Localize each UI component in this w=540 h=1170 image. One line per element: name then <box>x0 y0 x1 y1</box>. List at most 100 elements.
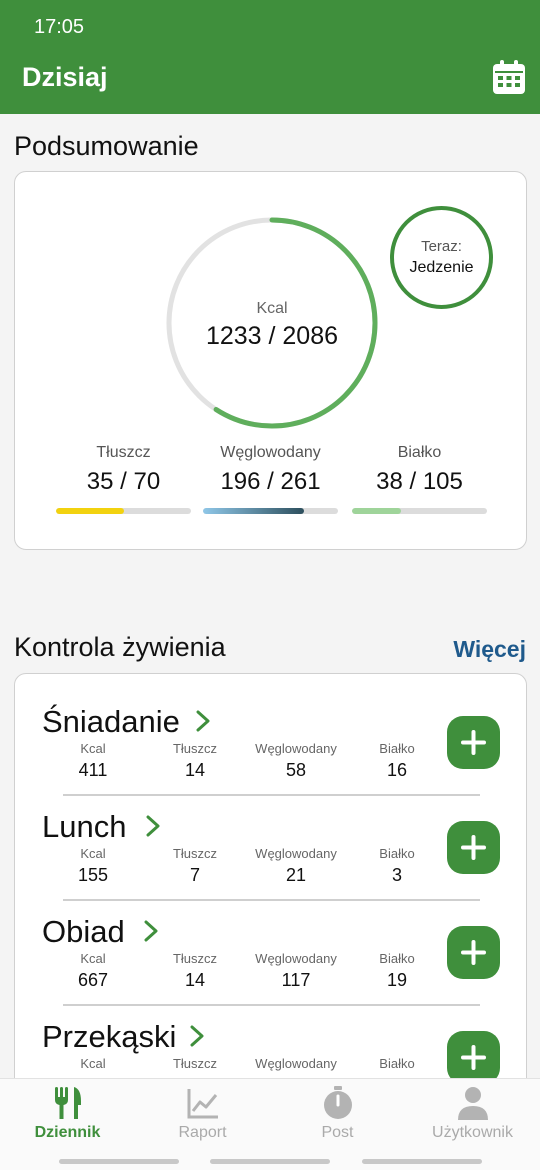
app-bar: 17:05 Dzisiaj <box>0 0 540 114</box>
macro-label: Węglowodany <box>220 444 321 461</box>
nutrient-fat: Tłuszcz 14 <box>160 741 230 781</box>
macro-label: Białko <box>397 444 442 461</box>
nutrient-fat: Tłuszcz 7 <box>160 846 230 886</box>
nutrient-label: Kcal <box>80 951 106 966</box>
plus-icon <box>461 835 486 860</box>
nutrient-label: Kcal <box>80 846 106 861</box>
nutrient-fat: Tłuszcz 14 <box>160 951 230 991</box>
nav-label: Raport <box>178 1124 227 1141</box>
macro-carbs: Węglowodany 196 / 261 <box>203 444 338 514</box>
nutrient-label: Węglowodany <box>255 951 337 966</box>
nutrient-value: 14 <box>184 970 206 990</box>
status-time: 17:05 <box>34 16 85 38</box>
meal-name[interactable]: Przekąski <box>42 1019 176 1055</box>
meal-name[interactable]: Obiad <box>42 914 125 950</box>
nutrient-kcal: Kcal 667 <box>63 951 123 991</box>
nutrient-value: 3 <box>391 865 402 885</box>
kcal-value: 1233 / 2086 <box>205 322 339 350</box>
macro-protein: Białko 38 / 105 <box>352 444 487 514</box>
macro-progress-bar <box>203 508 338 514</box>
macro-fat: Tłuszcz 35 / 70 <box>56 444 191 514</box>
nutrient-label: Tłuszcz <box>172 846 218 861</box>
nutrient-label: Węglowodany <box>255 846 337 861</box>
more-link[interactable]: Więcej <box>453 636 526 663</box>
nutrient-protein: Białko 19 <box>365 951 429 991</box>
nutrient-value: 19 <box>386 970 408 990</box>
macro-value: 196 / 261 <box>220 468 321 495</box>
nav-item-user[interactable]: Użytkownik <box>405 1079 540 1159</box>
nutrient-kcal: Kcal 411 <box>63 741 123 781</box>
chevron-right-icon[interactable] <box>145 815 161 837</box>
nutrient-value: 411 <box>78 760 108 780</box>
summary-title: Podsumowanie <box>14 131 199 161</box>
nutrient-value: 155 <box>77 865 109 885</box>
add-meal-button[interactable] <box>447 926 500 979</box>
current-activity-badge[interactable]: Teraz: Jedzenie <box>390 206 493 309</box>
chevron-right-icon[interactable] <box>189 1025 205 1047</box>
nutrient-label: Białko <box>379 951 415 966</box>
fork-knife-icon <box>54 1087 81 1119</box>
plus-icon <box>461 730 486 755</box>
nav-label: Użytkownik <box>432 1124 513 1141</box>
nav-item-fast[interactable]: Post <box>270 1079 405 1159</box>
add-meal-button[interactable] <box>447 1031 500 1084</box>
nutrient-label: Kcal <box>80 1056 106 1071</box>
nutrient-value: 117 <box>281 970 311 990</box>
nav-label: Dziennik <box>34 1124 101 1141</box>
nutrient-protein: Białko <box>365 1056 429 1075</box>
macro-progress-bar <box>352 508 487 514</box>
nutrient-carbs: Węglowodany 58 <box>245 741 347 781</box>
nutrient-label: Kcal <box>80 741 106 756</box>
nutrient-label: Białko <box>379 1056 415 1071</box>
add-meal-button[interactable] <box>447 716 500 769</box>
nutrient-carbs: Węglowodany 117 <box>245 951 347 991</box>
home-indicator <box>210 1159 330 1164</box>
stopwatch-icon <box>323 1086 352 1119</box>
nutrient-value: 667 <box>77 970 109 990</box>
kcal-label: Kcal <box>256 300 288 317</box>
nutrient-kcal: Kcal 155 <box>63 846 123 886</box>
plus-icon <box>461 1045 486 1070</box>
nutrient-label: Białko <box>379 846 415 861</box>
nutrient-kcal: Kcal <box>63 1056 123 1075</box>
calendar-icon[interactable] <box>493 60 525 94</box>
chevron-right-icon[interactable] <box>143 920 159 942</box>
nutrient-label: Tłuszcz <box>172 951 218 966</box>
nutrient-carbs: Węglowodany <box>245 1056 347 1075</box>
chevron-right-icon[interactable] <box>195 710 211 732</box>
meal-name[interactable]: Lunch <box>42 809 126 845</box>
macro-progress-fill <box>203 508 305 514</box>
nutrient-fat: Tłuszcz <box>160 1056 230 1075</box>
nutrient-label: Białko <box>379 741 415 756</box>
nutrient-protein: Białko 16 <box>365 741 429 781</box>
nutrient-label: Tłuszcz <box>172 1056 218 1071</box>
page-title: Dzisiaj <box>22 62 108 92</box>
bottom-nav: Dziennik Raport Post Użytkownik <box>0 1078 540 1170</box>
current-activity-value: Jedzenie <box>409 259 474 276</box>
nutrient-value: 14 <box>184 760 206 780</box>
nutrient-label: Węglowodany <box>255 741 337 756</box>
meal-dinner: Obiad Kcal 667 Tłuszcz 14 Węglowodany 117 B… <box>15 884 528 1006</box>
meal-lunch: Lunch Kcal 155 Tłuszcz 7 Węglowodany 21 Bia… <box>15 779 528 901</box>
control-title: Kontrola żywienia <box>14 632 226 662</box>
nutrient-label: Węglowodany <box>255 1056 337 1071</box>
nutrient-value: 58 <box>285 760 307 780</box>
nutrient-carbs: Węglowodany 21 <box>245 846 347 886</box>
chart-line-icon <box>187 1089 218 1119</box>
add-meal-button[interactable] <box>447 821 500 874</box>
macro-progress-fill <box>56 508 124 514</box>
macro-progress-bar <box>56 508 191 514</box>
summary-card: Kcal 1233 / 2086 Teraz: Jedzenie Tłuszcz… <box>14 171 527 550</box>
meal-breakfast: Śniadanie Kcal 411 Tłuszcz 14 Węglowodany 5… <box>15 674 528 796</box>
nutrient-value: 7 <box>189 865 200 885</box>
macro-progress-fill <box>352 508 401 514</box>
plus-icon <box>461 940 486 965</box>
nav-item-report[interactable]: Raport <box>135 1079 270 1159</box>
meal-name[interactable]: Śniadanie <box>42 704 180 740</box>
nutrient-label: Tłuszcz <box>172 741 218 756</box>
macro-value: 35 / 70 <box>86 468 161 495</box>
current-activity-label: Teraz: <box>421 238 462 255</box>
user-icon <box>457 1087 488 1120</box>
nutrient-protein: Białko 3 <box>365 846 429 886</box>
nav-item-diary[interactable]: Dziennik <box>0 1079 135 1159</box>
